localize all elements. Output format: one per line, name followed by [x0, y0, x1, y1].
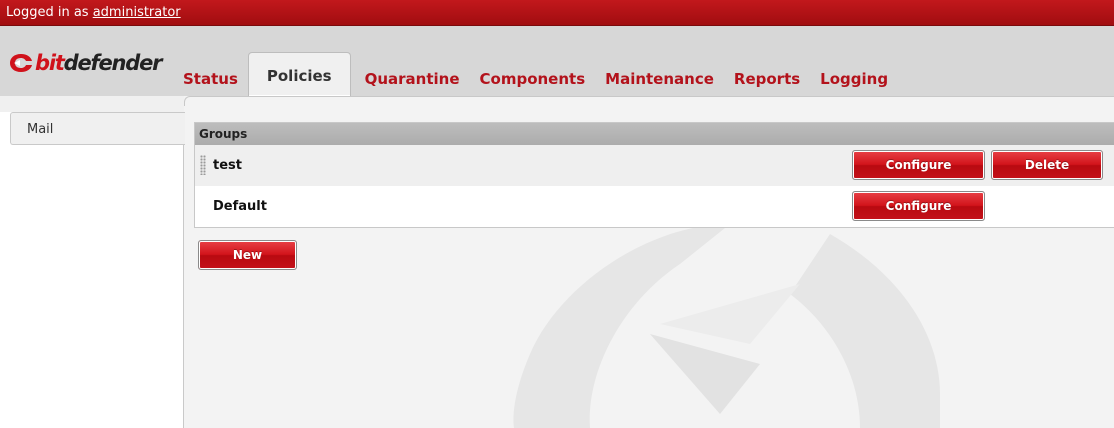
new-group-button[interactable]: New — [198, 240, 297, 270]
content-border — [184, 96, 1114, 106]
group-name: Default — [213, 199, 267, 214]
tab-reports[interactable]: Reports — [724, 70, 810, 96]
bitdefender-mark-icon — [10, 54, 32, 72]
configure-button[interactable]: Configure — [852, 150, 985, 180]
main-tabs: Status Policies Quarantine Components Ma… — [173, 52, 898, 96]
watermark-logo — [500, 224, 960, 428]
username-link[interactable]: administrator — [93, 5, 181, 20]
configure-button[interactable]: Configure — [852, 191, 985, 221]
tab-status[interactable]: Status — [173, 70, 248, 96]
sidebar-top — [0, 96, 184, 112]
tab-maintenance[interactable]: Maintenance — [595, 70, 724, 96]
bitdefender-logo: bitdefender — [8, 50, 163, 76]
logo-bit: bit — [35, 51, 65, 75]
top-status-bar: Logged in as administrator — [0, 0, 1114, 26]
drag-handle-icon[interactable] — [200, 155, 206, 175]
header: bitdefender Status Policies Quarantine C… — [0, 26, 1114, 96]
group-row-default: Default Configure — [195, 186, 1114, 227]
delete-button[interactable]: Delete — [991, 150, 1103, 180]
groups-panel: Groups test Configure Delete Default Con… — [194, 122, 1114, 228]
tab-policies[interactable]: Policies — [247, 52, 351, 96]
tab-logging[interactable]: Logging — [810, 70, 898, 96]
groups-header: Groups — [195, 123, 1114, 145]
sidebar-item-mail[interactable]: Mail — [10, 112, 185, 145]
group-name: test — [213, 158, 242, 173]
tab-quarantine[interactable]: Quarantine — [355, 70, 470, 96]
logo-defender: defender — [63, 51, 163, 75]
sidebar: Mail — [0, 96, 185, 428]
logged-in-prefix: Logged in as — [6, 5, 89, 20]
group-row-test: test Configure Delete — [195, 145, 1114, 186]
tab-components[interactable]: Components — [470, 70, 596, 96]
